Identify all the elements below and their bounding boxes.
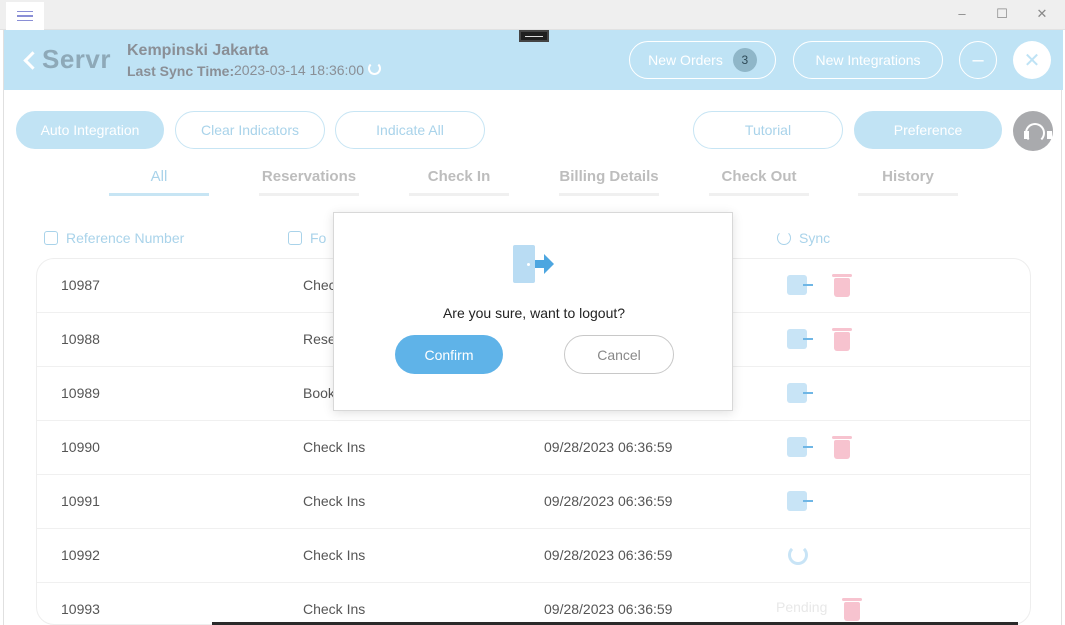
arrow-head bbox=[544, 254, 554, 274]
cell-reference: 10992 bbox=[61, 547, 100, 563]
cell-form: Check Ins bbox=[303, 493, 366, 509]
sync-door-icon[interactable] bbox=[787, 275, 813, 295]
last-sync-label: Last Sync Time: bbox=[127, 63, 235, 79]
column-header-form[interactable]: Fo bbox=[288, 230, 326, 246]
window-maximize-button[interactable]: ☐ bbox=[992, 5, 1012, 23]
minimize-app-button[interactable]: – bbox=[959, 41, 997, 79]
cell-reference: 10993 bbox=[61, 601, 100, 617]
auto-integration-button[interactable]: Auto Integration bbox=[16, 111, 164, 149]
column-reference-label: Reference Number bbox=[66, 230, 185, 246]
table-row[interactable]: 10992 Check Ins 09/28/2023 06:36:59 bbox=[37, 529, 1030, 583]
tab-check-out[interactable]: Check Out bbox=[709, 168, 809, 196]
logout-dialog: Are you sure, want to logout? Confirm Ca… bbox=[333, 212, 733, 411]
trash-icon[interactable] bbox=[832, 436, 852, 459]
sync-door-out-icon[interactable] bbox=[787, 437, 813, 457]
window-minimize-button[interactable]: – bbox=[952, 5, 972, 23]
cell-reference: 10987 bbox=[61, 277, 100, 293]
tab-check-in[interactable]: Check In bbox=[409, 168, 509, 196]
document-icon bbox=[44, 231, 58, 245]
clear-indicators-button[interactable]: Clear Indicators bbox=[175, 111, 325, 149]
drag-handle-icon[interactable] bbox=[519, 30, 549, 42]
trash-icon[interactable] bbox=[832, 274, 852, 297]
cell-reference: 10989 bbox=[61, 385, 100, 401]
trash-icon[interactable] bbox=[842, 598, 862, 621]
cell-date: 09/28/2023 06:36:59 bbox=[544, 439, 673, 455]
sync-icon bbox=[777, 231, 791, 245]
cell-date: 09/28/2023 06:36:59 bbox=[544, 547, 673, 563]
sync-door-icon[interactable] bbox=[787, 383, 813, 403]
hotel-name: Kempinski Jakarta bbox=[127, 42, 269, 59]
new-orders-button[interactable]: New Orders 3 bbox=[629, 41, 776, 79]
cell-form: Check Ins bbox=[303, 439, 366, 455]
column-header-sync[interactable]: Sync bbox=[777, 230, 830, 246]
back-chevron-icon[interactable] bbox=[22, 50, 36, 70]
last-sync-value: 2023-03-14 18:36:00 bbox=[234, 62, 364, 78]
window-titlebar: – ☐ ✕ bbox=[0, 0, 1065, 30]
indicate-all-button[interactable]: Indicate All bbox=[335, 111, 485, 149]
table-row[interactable]: 10993 Check Ins 09/28/2023 06:36:59 Pend… bbox=[37, 583, 1030, 624]
logout-icon bbox=[513, 243, 555, 285]
cell-date: 09/28/2023 06:36:59 bbox=[544, 493, 673, 509]
table-row[interactable]: 10990 Check Ins 09/28/2023 06:36:59 bbox=[37, 421, 1030, 475]
cell-reference: 10990 bbox=[61, 439, 100, 455]
tab-reservations[interactable]: Reservations bbox=[259, 168, 359, 196]
support-button[interactable] bbox=[1013, 111, 1053, 151]
table-row[interactable]: 10991 Check Ins 09/28/2023 06:36:59 bbox=[37, 475, 1030, 529]
app-header: Servr Kempinski Jakarta Last Sync Time: … bbox=[4, 30, 1063, 90]
cell-reference: 10988 bbox=[61, 331, 100, 347]
new-orders-label: New Orders bbox=[648, 52, 723, 68]
column-header-reference[interactable]: Reference Number bbox=[44, 230, 184, 246]
column-form-label: Fo bbox=[310, 230, 327, 246]
door-shape bbox=[513, 245, 535, 283]
tab-billing-details[interactable]: Billing Details bbox=[559, 168, 659, 196]
tab-history[interactable]: History bbox=[858, 168, 958, 196]
hamburger-menu-icon[interactable] bbox=[6, 2, 44, 30]
window-close-button[interactable]: ✕ bbox=[1032, 5, 1052, 23]
new-integrations-button[interactable]: New Integrations bbox=[793, 41, 943, 79]
pending-status: Pending bbox=[776, 599, 828, 615]
preference-button[interactable]: Preference bbox=[854, 111, 1002, 149]
trash-icon[interactable] bbox=[832, 328, 852, 351]
headset-icon bbox=[1024, 123, 1052, 143]
cell-reference: 10991 bbox=[61, 493, 100, 509]
column-sync-label: Sync bbox=[799, 230, 831, 246]
tutorial-button[interactable]: Tutorial bbox=[693, 111, 843, 149]
brand-name: Servr bbox=[42, 44, 111, 74]
close-app-button[interactable]: ✕ bbox=[1013, 41, 1051, 79]
sync-door-out-icon[interactable] bbox=[787, 491, 813, 511]
new-orders-badge: 3 bbox=[732, 48, 757, 72]
refresh-icon[interactable] bbox=[368, 62, 381, 75]
cell-form: Check Ins bbox=[303, 601, 366, 617]
brand[interactable]: Servr bbox=[22, 44, 111, 75]
clipboard-icon bbox=[288, 231, 302, 245]
new-integrations-label: New Integrations bbox=[815, 52, 921, 68]
cell-form: Book bbox=[303, 385, 335, 401]
logout-message: Are you sure, want to logout? bbox=[442, 305, 626, 321]
refresh-sync-icon[interactable] bbox=[788, 545, 808, 565]
cancel-button[interactable]: Cancel bbox=[564, 335, 674, 374]
cell-form: Check Ins bbox=[303, 547, 366, 563]
confirm-button[interactable]: Confirm bbox=[395, 335, 503, 374]
cell-date: 09/28/2023 06:36:59 bbox=[544, 601, 673, 617]
sync-door-icon[interactable] bbox=[787, 329, 813, 349]
tab-all[interactable]: All bbox=[109, 168, 209, 196]
